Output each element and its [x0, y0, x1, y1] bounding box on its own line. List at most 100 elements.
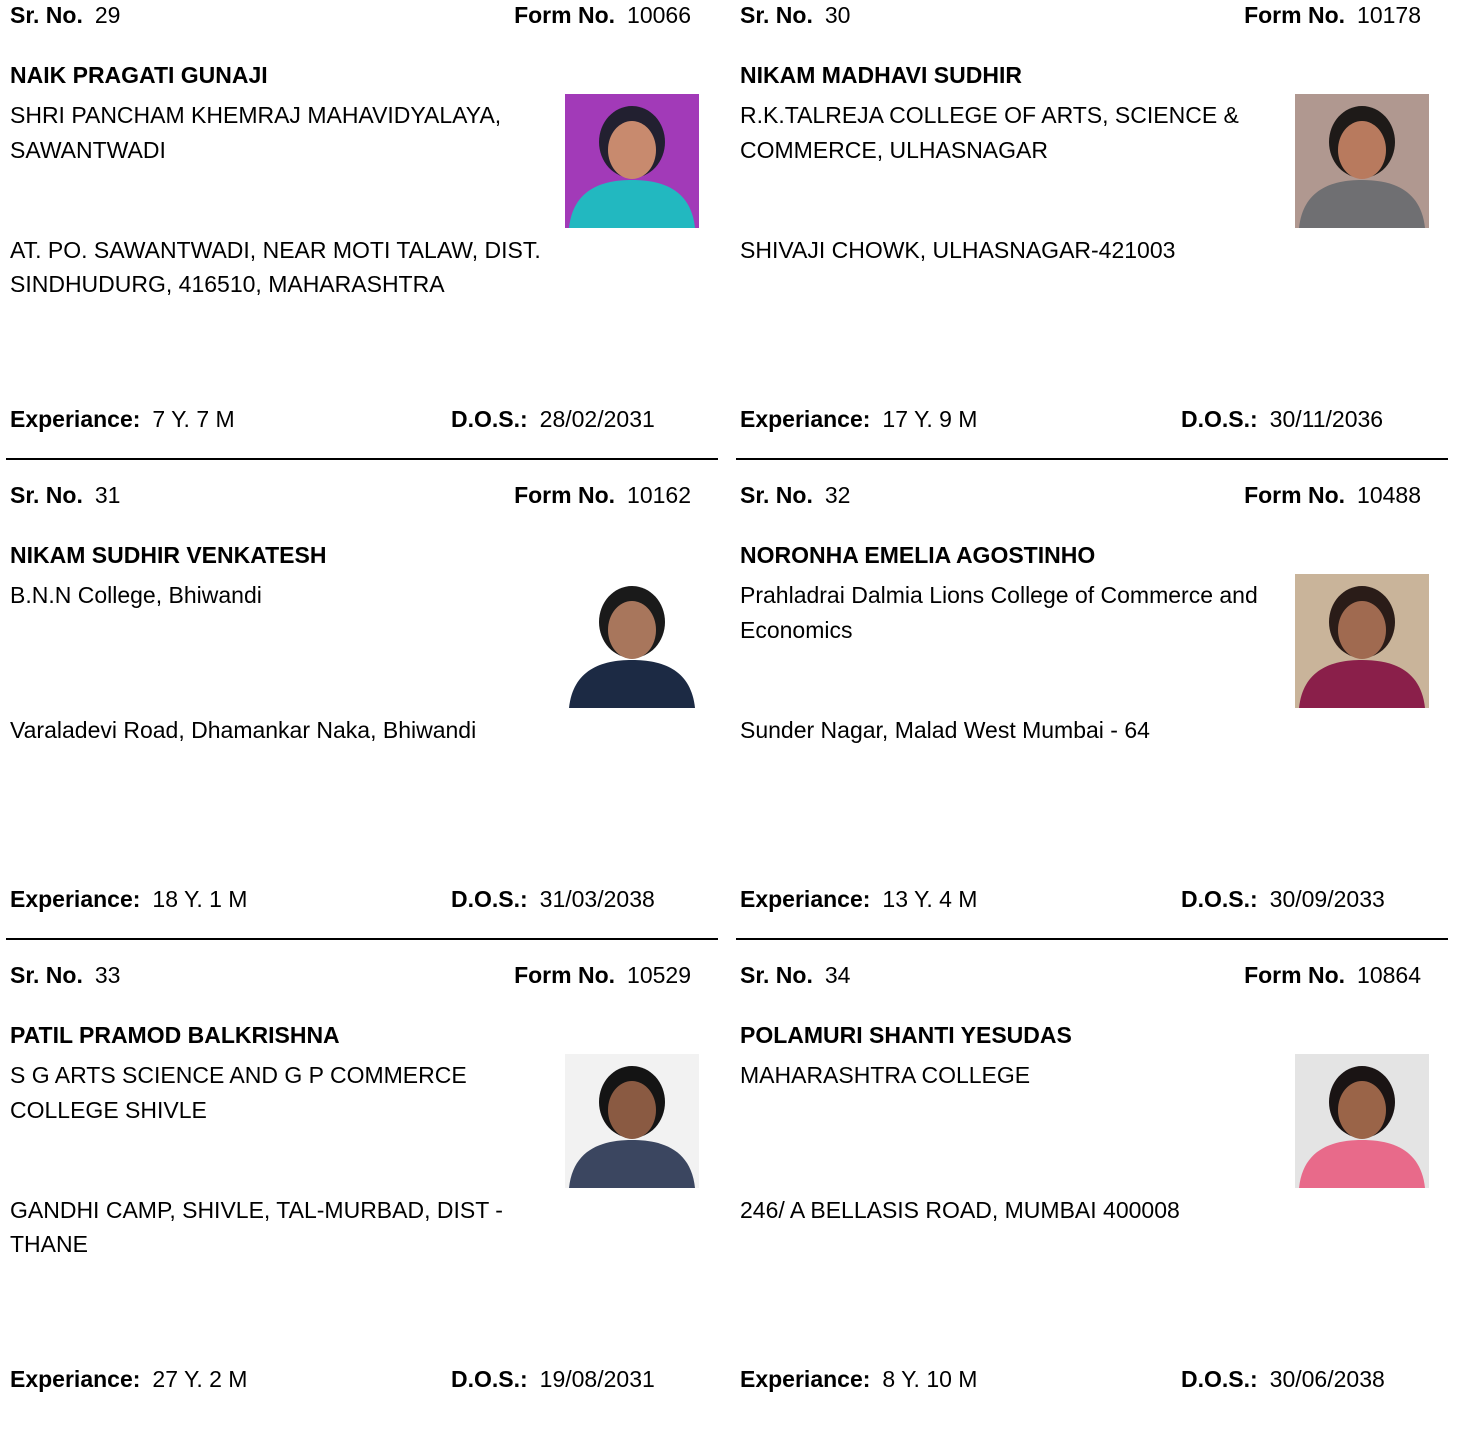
- experience-label: Experiance:: [740, 406, 871, 432]
- dos-value: 30/11/2036: [1269, 406, 1384, 432]
- sr-no-label: Sr. No.: [10, 482, 83, 508]
- entry-footer-row: Experiance: 17 Y. 9 M D.O.S.: 30/11/2036: [740, 406, 1425, 436]
- portrait-image: [1295, 574, 1429, 708]
- experience: Experiance: 7 Y. 7 M: [10, 406, 235, 433]
- dos-label: D.O.S.:: [1181, 1366, 1258, 1392]
- sr-no: Sr. No. 31: [10, 482, 120, 509]
- entry-header-row: Sr. No. 34 Form No. 10864: [740, 962, 1425, 992]
- experience-value: 18 Y. 1 M: [152, 886, 248, 912]
- sr-no-label: Sr. No.: [740, 2, 813, 28]
- form-no-label: Form No.: [514, 2, 616, 28]
- candidate-name: PATIL PRAMOD BALKRISHNA: [10, 1022, 340, 1048]
- form-no-value: 10488: [1357, 482, 1421, 508]
- college-name: SHRI PANCHAM KHEMRAJ MAHAVIDYALAYA, SAWA…: [10, 102, 502, 163]
- experience: Experiance: 17 Y. 9 M: [740, 406, 977, 433]
- entry-card-34: Sr. No. 34 Form No. 10864 POLAMURI SHANTI …: [730, 960, 1445, 1440]
- form-no: Form No. 10864: [1244, 962, 1421, 989]
- portrait-face: [1338, 1081, 1386, 1139]
- experience-value: 7 Y. 7 M: [152, 406, 235, 432]
- college-address: SHIVAJI CHOWK, ULHASNAGAR-421003: [740, 237, 1176, 263]
- form-no: Form No. 10488: [1244, 482, 1421, 509]
- date-of-superannuation: D.O.S.: 30/11/2036: [1181, 406, 1383, 433]
- form-no-value: 10864: [1357, 962, 1421, 988]
- entry-header-row: Sr. No. 30 Form No. 10178: [740, 2, 1425, 32]
- entry-card-31: Sr. No. 31 Form No. 10162 NIKAM SUDHIR VEN…: [0, 480, 715, 960]
- row-divider: [736, 458, 1448, 460]
- dos-value: 19/08/2031: [539, 1366, 655, 1392]
- college-address: Sunder Nagar, Malad West Mumbai - 64: [740, 717, 1150, 743]
- dos-label: D.O.S.:: [1181, 886, 1258, 912]
- experience: Experiance: 8 Y. 10 M: [740, 1366, 977, 1393]
- entry-header-row: Sr. No. 29 Form No. 10066: [10, 2, 695, 32]
- candidate-photo: [1295, 94, 1429, 228]
- candidate-photo: [1295, 574, 1429, 708]
- form-no: Form No. 10529: [514, 962, 691, 989]
- sr-no-value: 32: [824, 482, 851, 508]
- form-no-label: Form No.: [1244, 2, 1346, 28]
- college-name: Prahladrai Dalmia Lions College of Comme…: [740, 582, 1258, 643]
- experience-value: 17 Y. 9 M: [882, 406, 978, 432]
- entry-footer-row: Experiance: 7 Y. 7 M D.O.S.: 28/02/2031: [10, 406, 695, 436]
- college-name: MAHARASHTRA COLLEGE: [740, 1062, 1031, 1088]
- date-of-superannuation: D.O.S.: 19/08/2031: [451, 1366, 655, 1393]
- entry-footer-row: Experiance: 13 Y. 4 M D.O.S.: 30/09/2033: [740, 886, 1425, 916]
- college-name: B.N.N College, Bhiwandi: [10, 582, 262, 608]
- dos-label: D.O.S.:: [451, 886, 528, 912]
- experience: Experiance: 18 Y. 1 M: [10, 886, 247, 913]
- entry-header-row: Sr. No. 31 Form No. 10162: [10, 482, 695, 512]
- dos-value: 30/06/2038: [1269, 1366, 1385, 1392]
- candidate-name: NORONHA EMELIA AGOSTINHO: [740, 542, 1096, 568]
- form-no-value: 10529: [627, 962, 691, 988]
- dos-value: 31/03/2038: [539, 886, 655, 912]
- sr-no-label: Sr. No.: [740, 482, 813, 508]
- portrait-face: [608, 121, 656, 179]
- experience: Experiance: 27 Y. 2 M: [10, 1366, 247, 1393]
- sr-no-label: Sr. No.: [10, 962, 83, 988]
- portrait-image: [1295, 1054, 1429, 1188]
- dos-label: D.O.S.:: [451, 1366, 528, 1392]
- date-of-superannuation: D.O.S.: 31/03/2038: [451, 886, 655, 913]
- experience-label: Experiance:: [10, 1366, 141, 1392]
- candidate-photo: [565, 574, 699, 708]
- sr-no: Sr. No. 33: [10, 962, 120, 989]
- portrait-image: [565, 94, 699, 228]
- row-divider: [6, 938, 718, 940]
- form-no: Form No. 10162: [514, 482, 691, 509]
- college-name: R.K.TALREJA COLLEGE OF ARTS, SCIENCE & C…: [740, 102, 1239, 163]
- dos-label: D.O.S.:: [1181, 406, 1258, 432]
- college-address: Varaladevi Road, Dhamankar Naka, Bhiwand…: [10, 717, 477, 743]
- experience-label: Experiance:: [10, 886, 141, 912]
- experience-label: Experiance:: [740, 1366, 871, 1392]
- experience-label: Experiance:: [740, 886, 871, 912]
- portrait-face: [1338, 121, 1386, 179]
- college-name: S G ARTS SCIENCE AND G P COMMERCE COLLEG…: [10, 1062, 467, 1123]
- dos-value: 30/09/2033: [1269, 886, 1385, 912]
- sr-no-value: 30: [824, 2, 851, 28]
- entry-footer-row: Experiance: 18 Y. 1 M D.O.S.: 31/03/2038: [10, 886, 695, 916]
- portrait-face: [608, 1081, 656, 1139]
- candidate-photo: [565, 94, 699, 228]
- form-no-label: Form No.: [1244, 962, 1346, 988]
- sr-no-value: 31: [94, 482, 121, 508]
- entry-header-row: Sr. No. 33 Form No. 10529: [10, 962, 695, 992]
- sr-no: Sr. No. 34: [740, 962, 850, 989]
- candidate-name: POLAMURI SHANTI YESUDAS: [740, 1022, 1072, 1048]
- sr-no-value: 29: [94, 2, 121, 28]
- sr-no: Sr. No. 32: [740, 482, 850, 509]
- entry-card-29: Sr. No. 29 Form No. 10066 NAIK PRAGATI GUN…: [0, 0, 715, 480]
- row-divider: [6, 458, 718, 460]
- dos-label: D.O.S.:: [451, 406, 528, 432]
- date-of-superannuation: D.O.S.: 30/06/2038: [1181, 1366, 1385, 1393]
- sr-no: Sr. No. 30: [740, 2, 850, 29]
- college-address: GANDHI CAMP, SHIVLE, TAL-MURBAD, DIST -T…: [10, 1197, 503, 1257]
- sr-no-value: 33: [94, 962, 121, 988]
- entry-card-32: Sr. No. 32 Form No. 10488 NORONHA EMELIA A…: [730, 480, 1445, 960]
- form-no-label: Form No.: [1244, 482, 1346, 508]
- date-of-superannuation: D.O.S.: 30/09/2033: [1181, 886, 1385, 913]
- portrait-face: [1338, 601, 1386, 659]
- sr-no-label: Sr. No.: [10, 2, 83, 28]
- form-no-value: 10162: [627, 482, 691, 508]
- form-no-label: Form No.: [514, 962, 616, 988]
- candidate-name: NIKAM MADHAVI SUDHIR: [740, 62, 1022, 88]
- candidate-photo: [565, 1054, 699, 1188]
